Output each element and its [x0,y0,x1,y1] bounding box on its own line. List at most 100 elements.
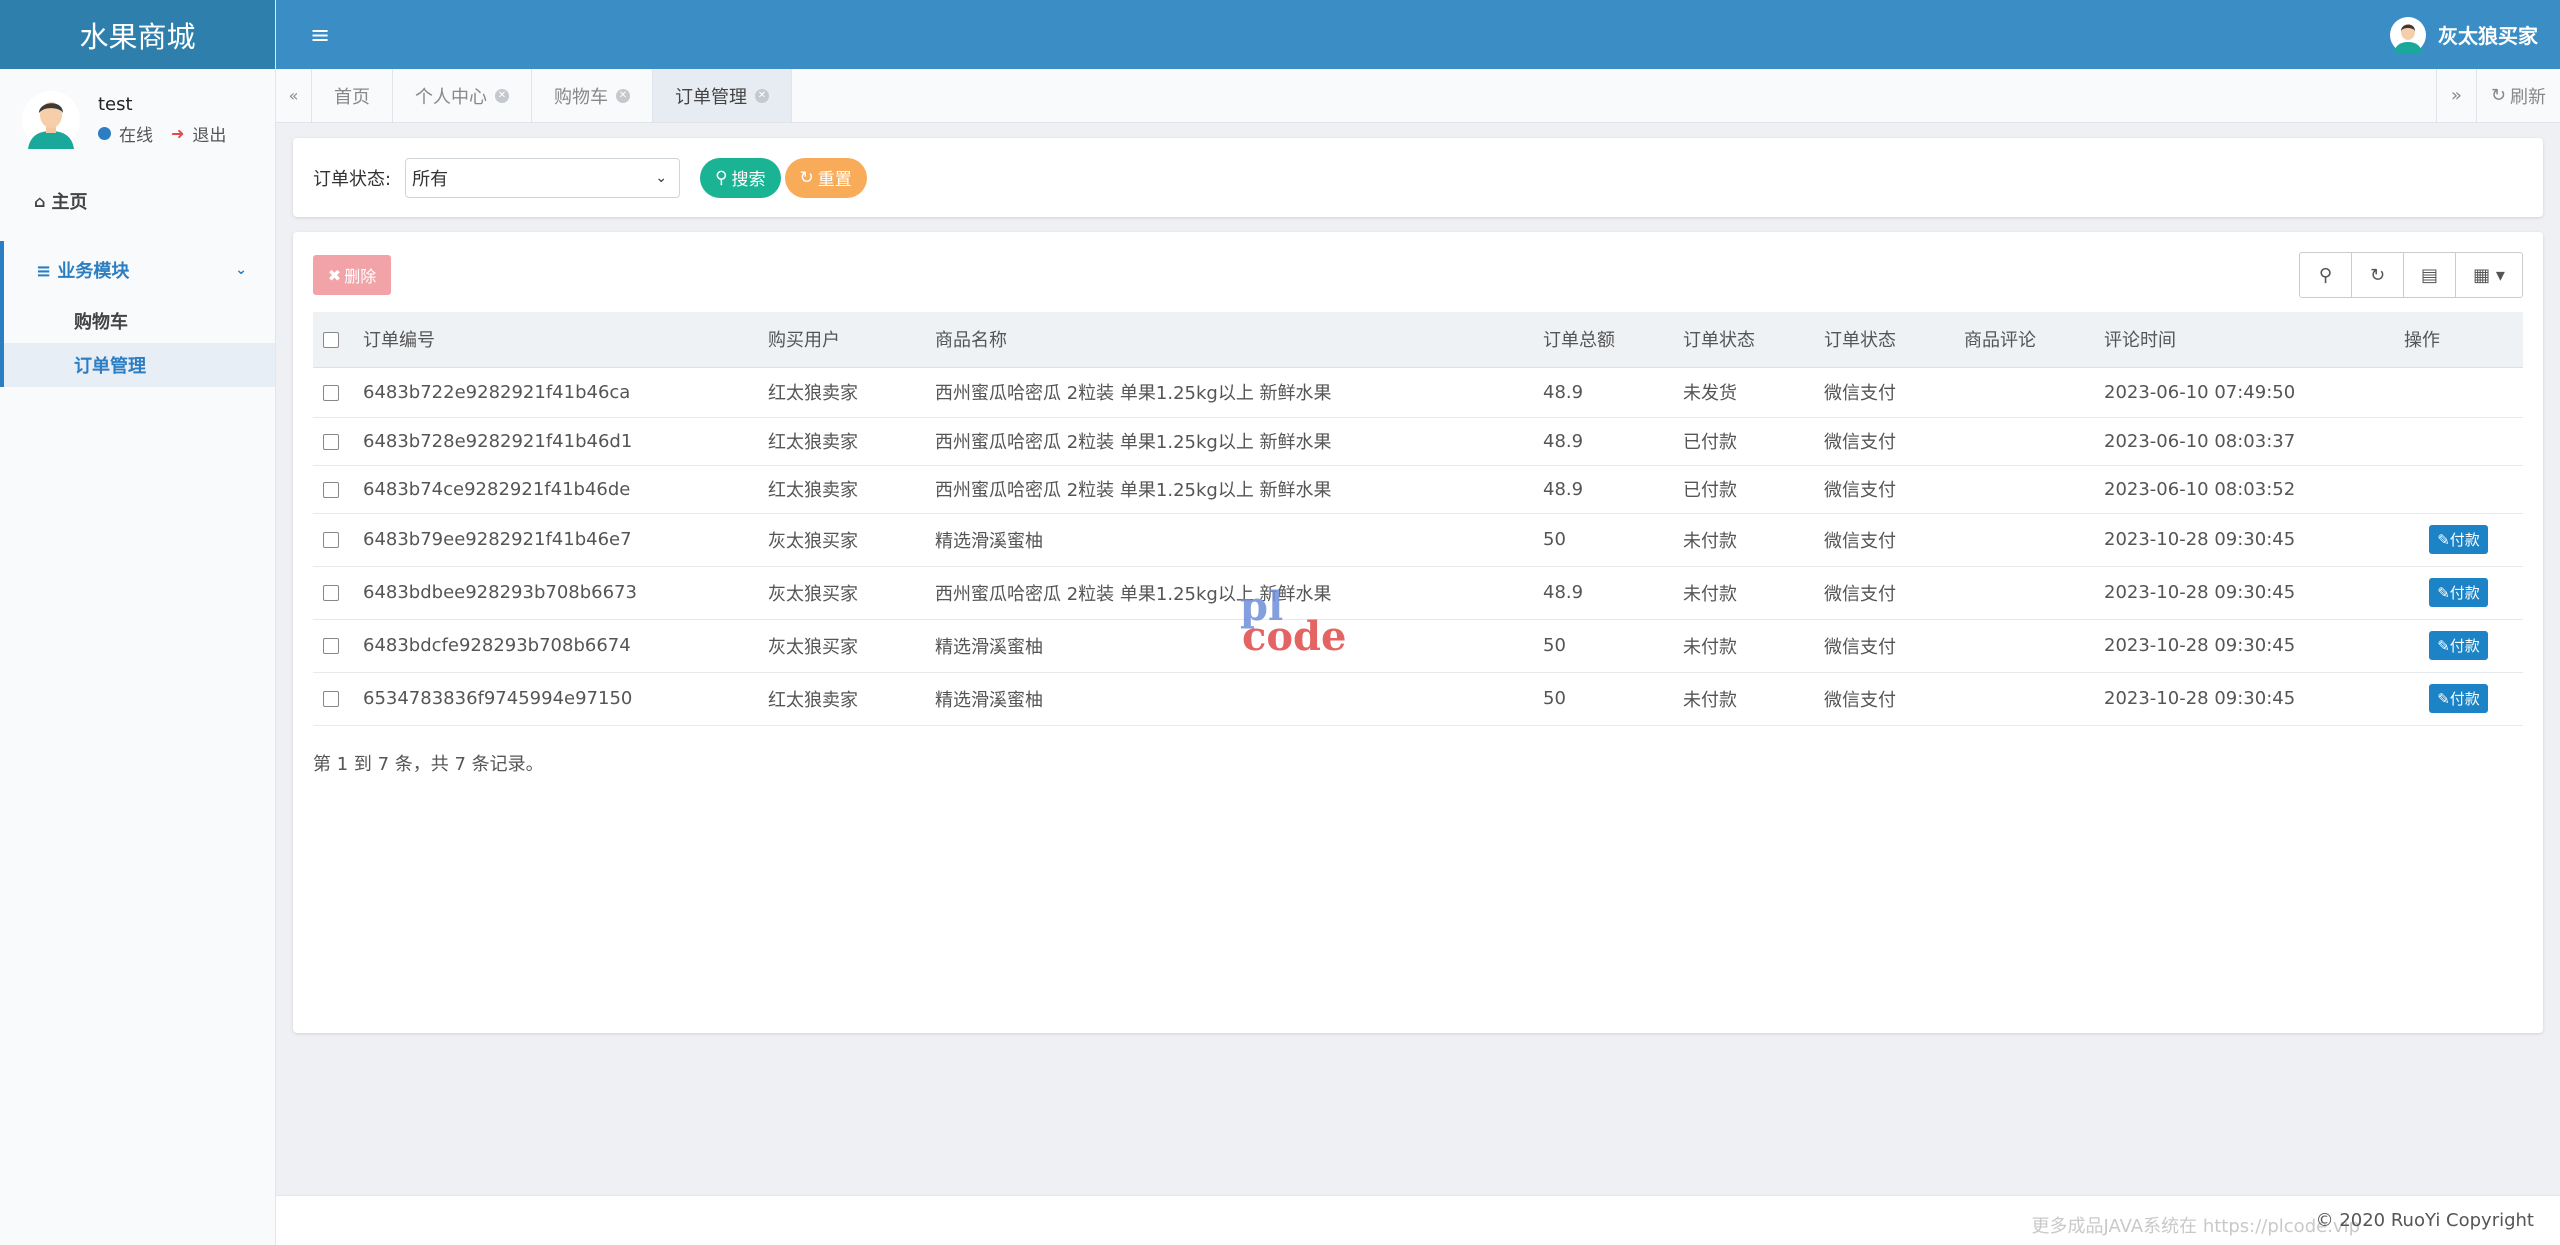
order-total: 50 [1533,619,1673,673]
footer-more-link[interactable]: 更多成品JAVA系统在 https://plcode.vip [2031,1212,2360,1238]
refresh-button[interactable]: ↻ [2351,252,2404,298]
row-checkbox[interactable] [323,433,339,450]
order-status: 已付款 [1673,465,1814,514]
tab-label: 首页 [334,86,370,108]
top-user-menu[interactable]: 灰太狼买家 [2390,16,2538,53]
payment-method: 微信支付 [1814,417,1954,466]
column-header[interactable]: 评论时间 [2094,312,2394,368]
order-status-select[interactable]: 所有 ⌄ [405,157,681,198]
column-header[interactable]: 订单总额 [1533,312,1673,368]
pay-button[interactable]: ✎付款 [2429,684,2488,713]
logout-link[interactable]: 退出 [192,121,226,146]
refresh-icon: ↻ [2490,85,2506,106]
column-header[interactable]: 商品名称 [925,312,1533,368]
pagination-info: 第 1 到 7 条，共 7 条记录。 [313,754,544,775]
order-status: 未付款 [1673,513,1814,567]
row-checkbox[interactable] [323,691,339,707]
row-checkbox[interactable] [323,638,339,654]
pay-button[interactable]: ✎付款 [2429,578,2488,607]
table-row[interactable]: 6483b79ee9282921f41b46e7 灰太狼买家 精选滑溪蜜柚 50… [313,513,2523,567]
sidebar-group-header[interactable]: ≡ 业务模块 ⌄ [4,241,275,299]
table-row[interactable]: 6483bdbee928293b708b6673 灰太狼买家 西州蜜瓜哈密瓜 2… [313,566,2523,620]
table-row[interactable]: 6483bdcfe928293b708b6674 灰太狼买家 精选滑溪蜜柚 50… [313,619,2523,673]
chevron-down-icon: ⌄ [235,262,247,278]
order-id: 6483b722e9282921f41b46ca [353,367,758,418]
sidebar-item-orders[interactable]: 订单管理 [4,343,275,387]
tab-profile[interactable]: 个人中心 ✕ [393,69,532,122]
brand-logo[interactable]: 水果商城 [0,0,275,69]
column-header[interactable]: 购买用户 [758,312,925,368]
comment [1954,513,2094,567]
footer: 更多成品JAVA系统在 https://plcode.vip © 2020 Ru… [276,1195,2560,1245]
comment-time: 2023-06-10 07:49:50 [2094,367,2394,418]
sidebar-item-label: 主页 [51,192,88,213]
comment-time: 2023-10-28 09:30:45 [2094,513,2394,567]
close-icon[interactable]: ✕ [616,88,630,103]
columns-button[interactable]: ▦ ▾ [2455,252,2523,298]
row-checkbox[interactable] [323,384,339,401]
order-id: 6483bdcfe928293b708b6674 [353,619,758,673]
refresh-label: 刷新 [2510,86,2546,108]
sidebar: 水果商城 test 在线 ➜ 退出 ⌂ 主页 ≡ 业务模块 ⌄ 购物车 订单管理 [0,0,276,1245]
topbar: ≡ 灰太狼买家 [276,0,2560,69]
payment-method: 微信支付 [1814,513,1954,567]
watermark-line: code [1242,613,1347,660]
comment-time: 2023-10-28 09:30:45 [2094,566,2394,620]
search-button[interactable]: ⚲ 搜索 [700,157,781,198]
delete-button[interactable]: ✖ 删除 [313,255,391,295]
sidebar-item-cart[interactable]: 购物车 [4,299,275,343]
order-id: 6483b74ce9282921f41b46de [353,465,758,514]
comment [1954,672,2094,726]
search-toggle-button[interactable]: ⚲ [2299,252,2352,298]
close-icon[interactable]: ✕ [495,88,509,103]
home-icon: ⌂ [34,191,46,211]
export-button[interactable]: ▤ [2403,252,2456,298]
refresh-tab-button[interactable]: ↻ 刷新 [2475,69,2560,122]
column-header[interactable]: 订单状态 [1673,312,1814,368]
row-checkbox[interactable] [323,585,339,601]
avatar [22,91,80,149]
logout-icon[interactable]: ➜ [171,124,184,143]
user-panel: test 在线 ➜ 退出 [0,69,275,167]
tabs-scroll-left-icon[interactable]: « [276,69,312,122]
top-username: 灰太狼买家 [2438,24,2538,48]
row-checkbox[interactable] [323,481,339,498]
menu-toggle-icon[interactable]: ≡ [310,21,330,49]
tabs-scroll-right-icon[interactable]: » [2435,69,2476,122]
payment-method: 微信支付 [1814,566,1954,620]
watermark-logo: pl code [1240,587,1347,660]
tab-home[interactable]: 首页 [312,69,393,122]
order-status: 未付款 [1673,566,1814,620]
comment-time: 2023-10-28 09:30:45 [2094,672,2394,726]
row-checkbox[interactable] [323,532,339,548]
payment-method: 微信支付 [1814,465,1954,514]
column-header[interactable]: 订单编号 [353,312,758,368]
table-row[interactable]: 6534783836f9745994e97150 红太狼卖家 精选滑溪蜜柚 50… [313,672,2523,726]
tab-orders[interactable]: 订单管理 ✕ [653,69,792,122]
sidebar-item-home[interactable]: ⌂ 主页 [0,181,275,221]
refresh-icon: ↻ [799,167,814,188]
user-name: test [98,94,133,115]
comment [1954,566,2094,620]
online-dot-icon [98,127,111,140]
reset-button[interactable]: ↻ 重置 [784,157,867,198]
pay-button[interactable]: ✎付款 [2429,631,2488,660]
chevron-down-icon: ⌄ [655,169,668,186]
column-header[interactable]: 订单状态 [1814,312,1954,368]
sidebar-menu: ⌂ 主页 ≡ 业务模块 ⌄ 购物车 订单管理 [0,181,275,387]
select-all-checkbox[interactable] [323,331,339,348]
order-total: 50 [1533,672,1673,726]
sidebar-group-business: ≡ 业务模块 ⌄ 购物车 订单管理 [0,241,275,387]
table-row[interactable]: 6483b722e9282921f41b46ca 红太狼卖家 西州蜜瓜哈密瓜 2… [313,367,2523,418]
table-row[interactable]: 6483b728e9282921f41b46d1 红太狼卖家 西州蜜瓜哈密瓜 2… [313,417,2523,466]
order-id: 6534783836f9745994e97150 [353,672,758,726]
buyer: 红太狼卖家 [758,465,925,514]
table-row[interactable]: 6483b74ce9282921f41b46de 红太狼卖家 西州蜜瓜哈密瓜 2… [313,465,2523,514]
tab-cart[interactable]: 购物车 ✕ [532,69,653,122]
close-icon[interactable]: ✕ [755,88,769,103]
buyer: 红太狼卖家 [758,417,925,466]
column-header[interactable]: 商品评论 [1954,312,2094,368]
pay-button[interactable]: ✎付款 [2429,525,2488,554]
edit-icon: ✎ [2437,584,2450,602]
avatar [2390,16,2426,53]
